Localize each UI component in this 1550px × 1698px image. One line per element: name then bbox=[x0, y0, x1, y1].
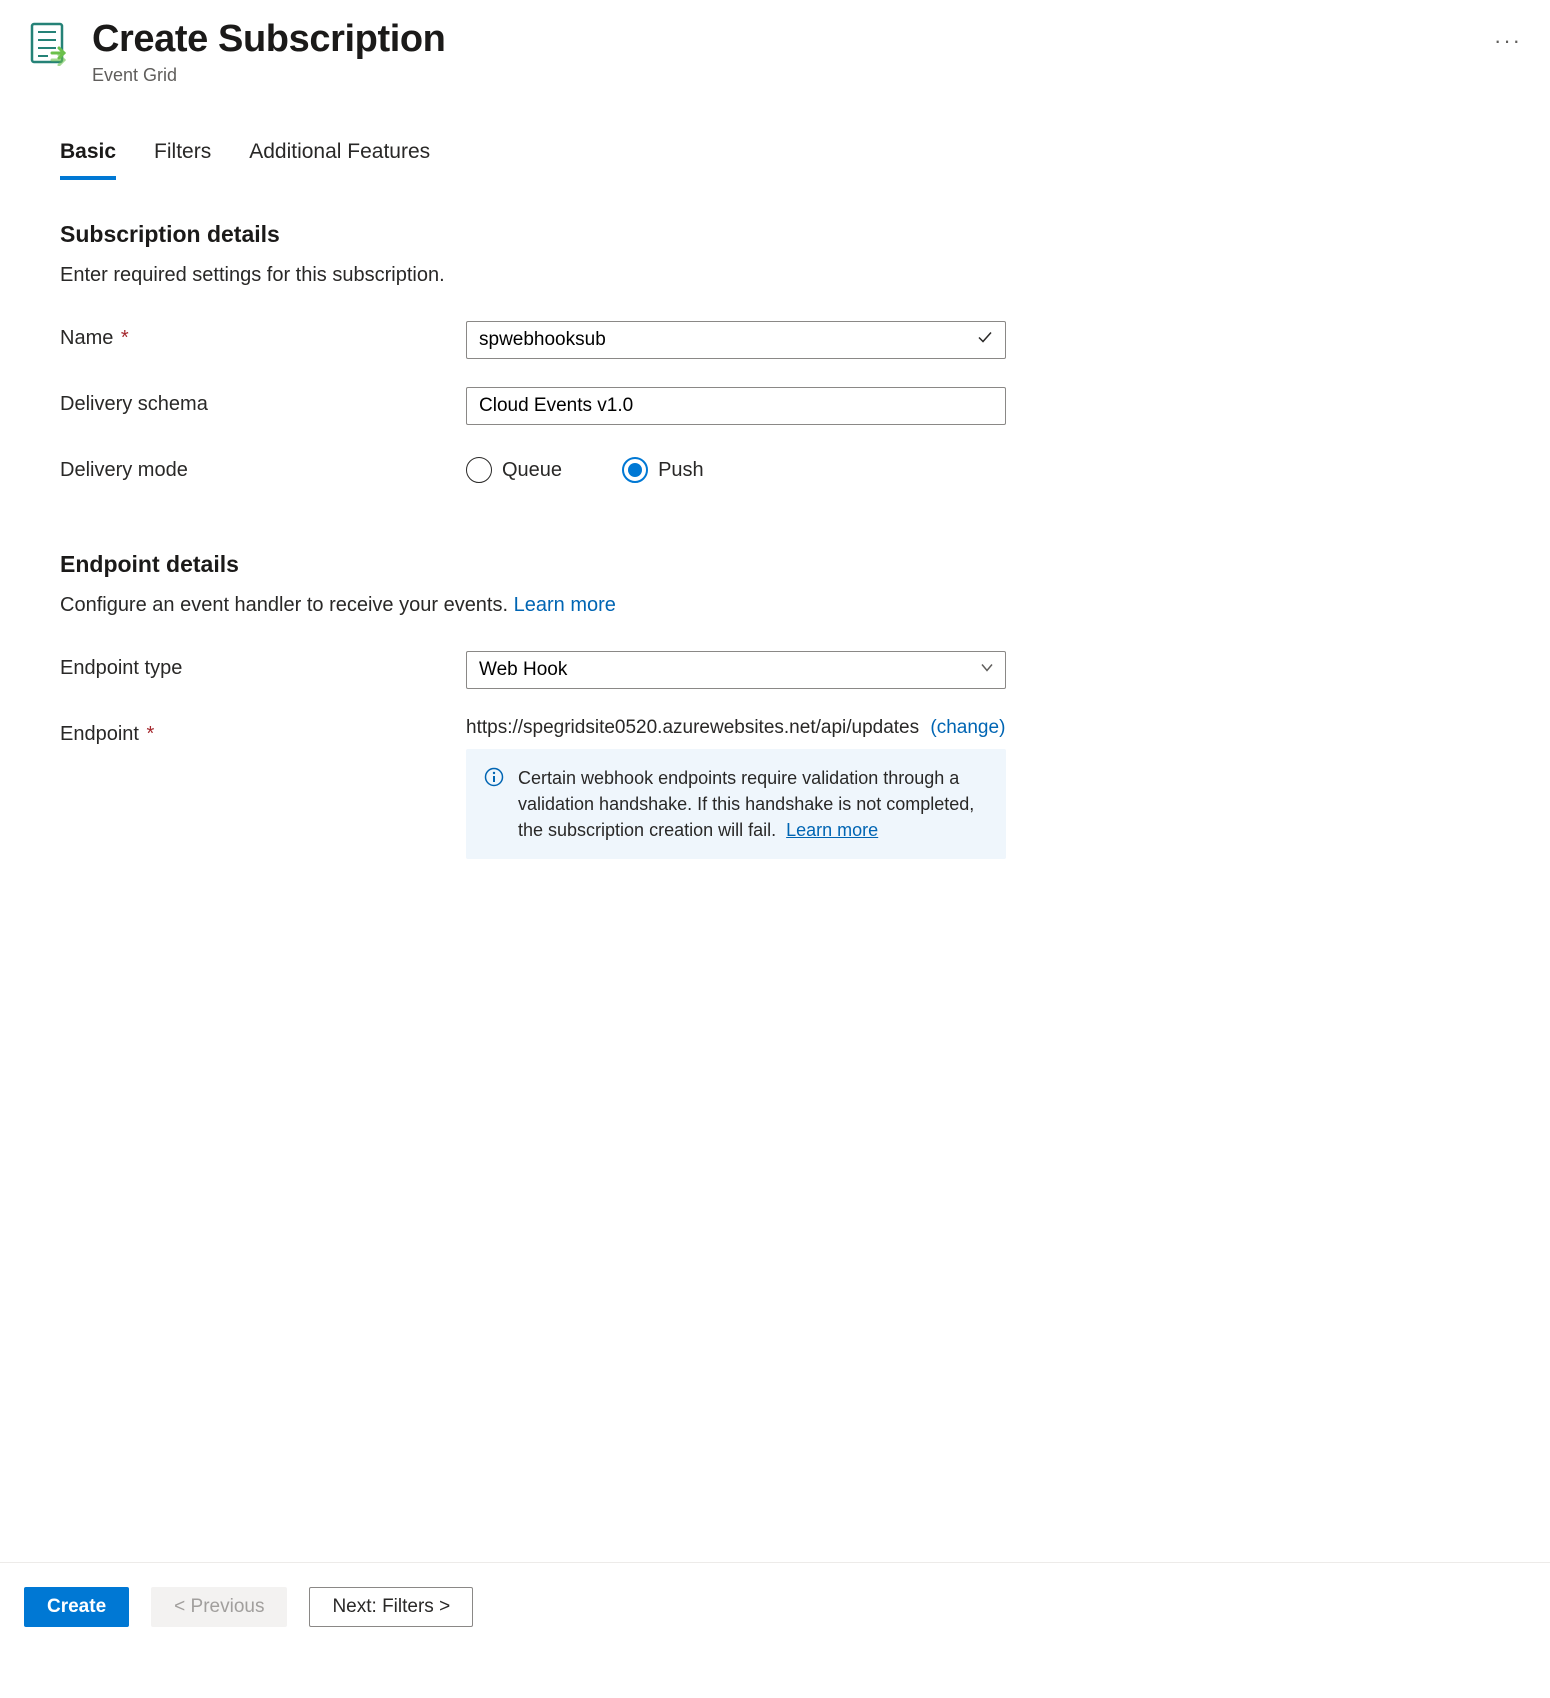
delivery-mode-queue-radio[interactable]: Queue bbox=[466, 457, 562, 483]
tab-basic[interactable]: Basic bbox=[60, 140, 116, 180]
endpoint-label: Endpoint * bbox=[60, 717, 466, 746]
tab-filters-label: Filters bbox=[154, 140, 211, 163]
endpoint-type-select[interactable] bbox=[466, 651, 1006, 689]
create-button[interactable]: Create bbox=[24, 1587, 129, 1627]
page-subtitle: Event Grid bbox=[92, 65, 1454, 86]
info-icon bbox=[484, 767, 504, 843]
delivery-mode-push-radio[interactable]: Push bbox=[622, 457, 704, 483]
subscription-section-title: Subscription details bbox=[60, 221, 1490, 248]
schema-label: Delivery schema bbox=[60, 387, 466, 416]
info-learn-more-link[interactable]: Learn more bbox=[786, 820, 878, 840]
endpoint-learn-more-link[interactable]: Learn more bbox=[514, 594, 616, 616]
tab-additional-features[interactable]: Additional Features bbox=[249, 140, 430, 180]
validation-info-box: Certain webhook endpoints require valida… bbox=[466, 749, 1006, 859]
push-radio-label: Push bbox=[658, 459, 704, 482]
page-title: Create Subscription bbox=[92, 18, 1454, 61]
next-button[interactable]: Next: Filters > bbox=[309, 1587, 473, 1627]
subscription-section-desc: Enter required settings for this subscri… bbox=[60, 264, 1490, 287]
endpoint-type-label: Endpoint type bbox=[60, 651, 466, 680]
mode-label: Delivery mode bbox=[60, 453, 466, 482]
queue-radio-label: Queue bbox=[502, 459, 562, 482]
endpoint-section-title: Endpoint details bbox=[60, 551, 1490, 578]
tab-bar: Basic Filters Additional Features bbox=[60, 140, 1490, 181]
info-box-text: Certain webhook endpoints require valida… bbox=[518, 768, 974, 840]
delivery-schema-field bbox=[466, 387, 1006, 425]
tab-additional-label: Additional Features bbox=[249, 140, 430, 163]
tab-basic-label: Basic bbox=[60, 140, 116, 163]
endpoint-section-desc: Configure an event handler to receive yo… bbox=[60, 594, 508, 616]
check-icon bbox=[976, 329, 994, 352]
name-input[interactable] bbox=[466, 321, 1006, 359]
more-actions-button[interactable]: ··· bbox=[1494, 28, 1522, 54]
tab-filters[interactable]: Filters bbox=[154, 140, 211, 180]
event-grid-icon bbox=[28, 20, 74, 66]
required-indicator: * bbox=[121, 327, 129, 349]
endpoint-change-link[interactable]: (change) bbox=[930, 717, 1005, 738]
endpoint-url-value: https://spegridsite0520.azurewebsites.ne… bbox=[466, 717, 919, 738]
required-indicator: * bbox=[147, 723, 155, 745]
previous-button: < Previous bbox=[151, 1587, 287, 1627]
name-label: Name * bbox=[60, 321, 466, 350]
